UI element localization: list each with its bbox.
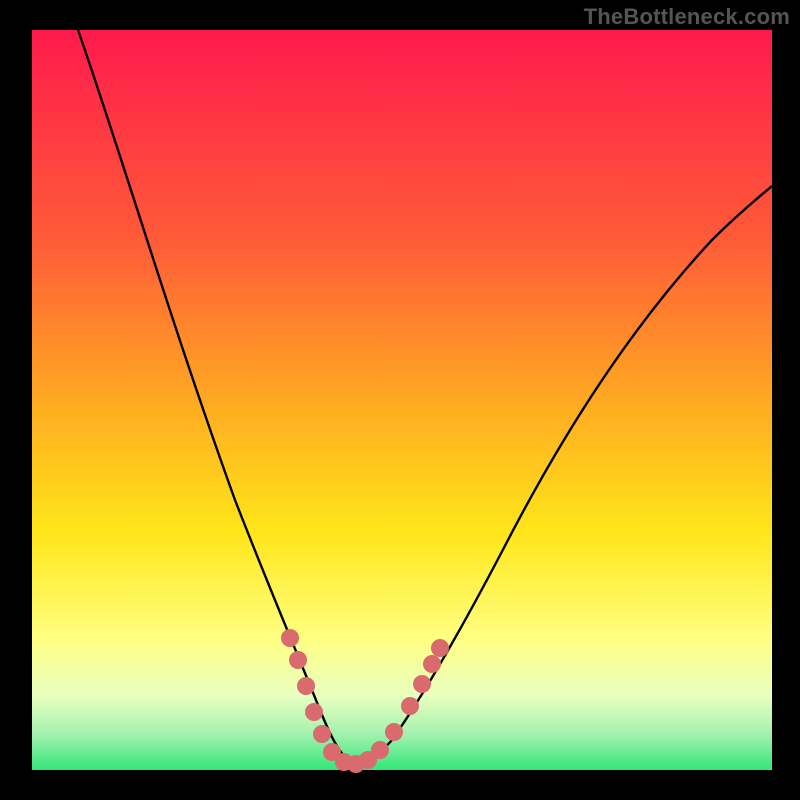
bottleneck-chart: [0, 0, 800, 800]
chart-frame: TheBottleneck.com: [0, 0, 800, 800]
plot-area: [32, 30, 772, 770]
watermark-text: TheBottleneck.com: [584, 4, 790, 30]
